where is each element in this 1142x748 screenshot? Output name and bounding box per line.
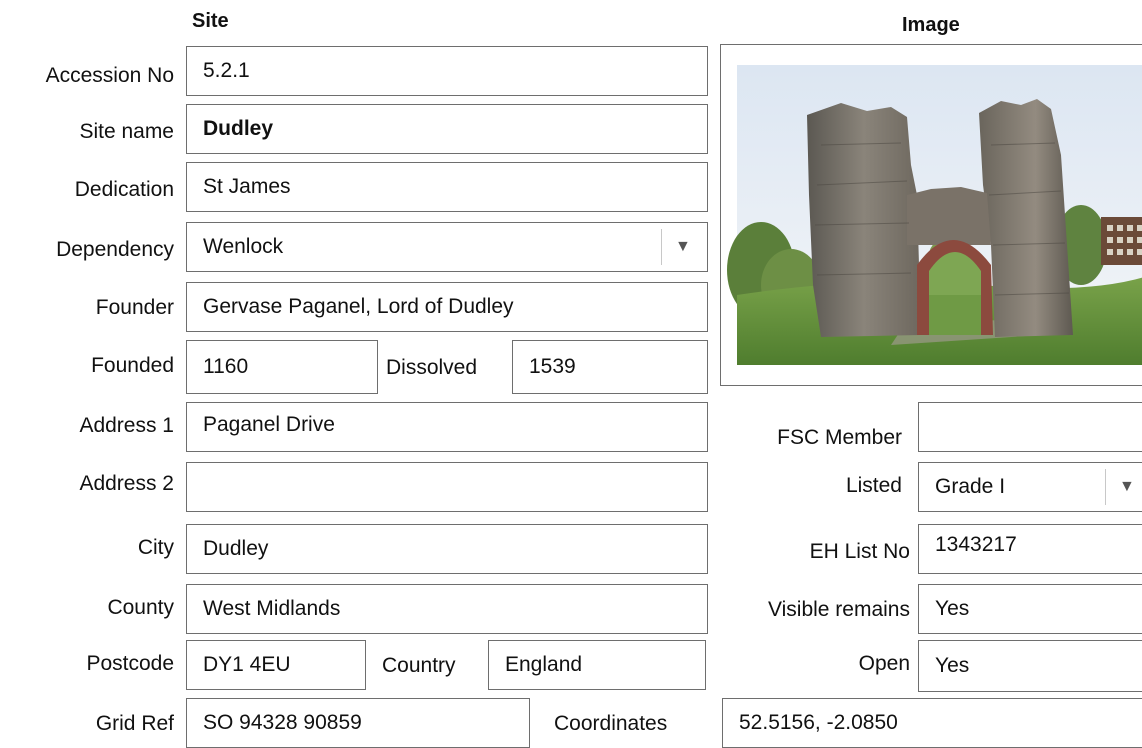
- postcode-label: Postcode: [86, 652, 174, 675]
- open-label: Open: [858, 652, 910, 675]
- city-field[interactable]: Dudley: [186, 524, 708, 574]
- dissolved-label: Dissolved: [386, 356, 478, 379]
- accession-no-label: Accession No: [45, 64, 174, 87]
- fsc-member-field[interactable]: [918, 402, 1142, 452]
- dropdown-separator: [1105, 469, 1106, 505]
- site-name-field[interactable]: Dudley: [186, 104, 708, 154]
- founded-label: Founded: [91, 354, 174, 377]
- eh-list-no-field[interactable]: 1343217: [918, 524, 1142, 574]
- dedication-label: Dedication: [74, 178, 174, 201]
- county-label: County: [107, 596, 174, 619]
- chevron-down-icon[interactable]: ▼: [675, 238, 691, 256]
- country-field[interactable]: England: [488, 640, 706, 690]
- image-section-header: Image: [902, 14, 960, 36]
- address1-label: Address 1: [79, 414, 174, 437]
- address2-field[interactable]: [186, 462, 708, 512]
- listed-value: Grade I: [935, 475, 1006, 498]
- listed-label: Listed: [845, 474, 902, 497]
- coordinates-field[interactable]: 52.5156, -2.0850: [722, 698, 1142, 748]
- founder-label: Founder: [95, 296, 174, 319]
- visible-remains-label: Visible remains: [767, 598, 910, 621]
- site-name-label: Site name: [79, 120, 174, 143]
- coordinates-label: Coordinates: [554, 712, 668, 735]
- open-field[interactable]: Yes: [918, 640, 1142, 692]
- county-field[interactable]: West Midlands: [186, 584, 708, 634]
- dependency-label: Dependency: [56, 238, 174, 261]
- dependency-select[interactable]: Wenlock ▼: [186, 222, 708, 272]
- dropdown-separator: [661, 229, 662, 265]
- country-label: Country: [382, 654, 456, 677]
- dissolved-field[interactable]: 1539: [512, 340, 708, 394]
- visible-remains-field[interactable]: Yes: [918, 584, 1142, 634]
- grid-ref-field[interactable]: SO 94328 90859: [186, 698, 530, 748]
- founder-field[interactable]: Gervase Paganel, Lord of Dudley: [186, 282, 708, 332]
- listed-select[interactable]: Grade I ▼: [918, 462, 1142, 512]
- grid-ref-label: Grid Ref: [95, 712, 174, 735]
- city-label: City: [137, 536, 174, 559]
- founded-field[interactable]: 1160: [186, 340, 378, 394]
- address1-field[interactable]: Paganel Drive: [186, 402, 708, 452]
- fsc-member-label: FSC Member: [777, 426, 902, 449]
- postcode-field[interactable]: DY1 4EU: [186, 640, 366, 690]
- dedication-field[interactable]: St James: [186, 162, 708, 212]
- accession-no-field[interactable]: 5.2.1: [186, 46, 708, 96]
- site-photo: [727, 65, 1142, 365]
- dependency-value: Wenlock: [203, 235, 284, 258]
- site-section-header: Site: [192, 10, 229, 32]
- chevron-down-icon[interactable]: ▼: [1119, 478, 1135, 496]
- site-image-frame: [720, 44, 1142, 386]
- address2-label: Address 2: [79, 472, 174, 495]
- eh-list-no-label: EH List No: [809, 540, 910, 563]
